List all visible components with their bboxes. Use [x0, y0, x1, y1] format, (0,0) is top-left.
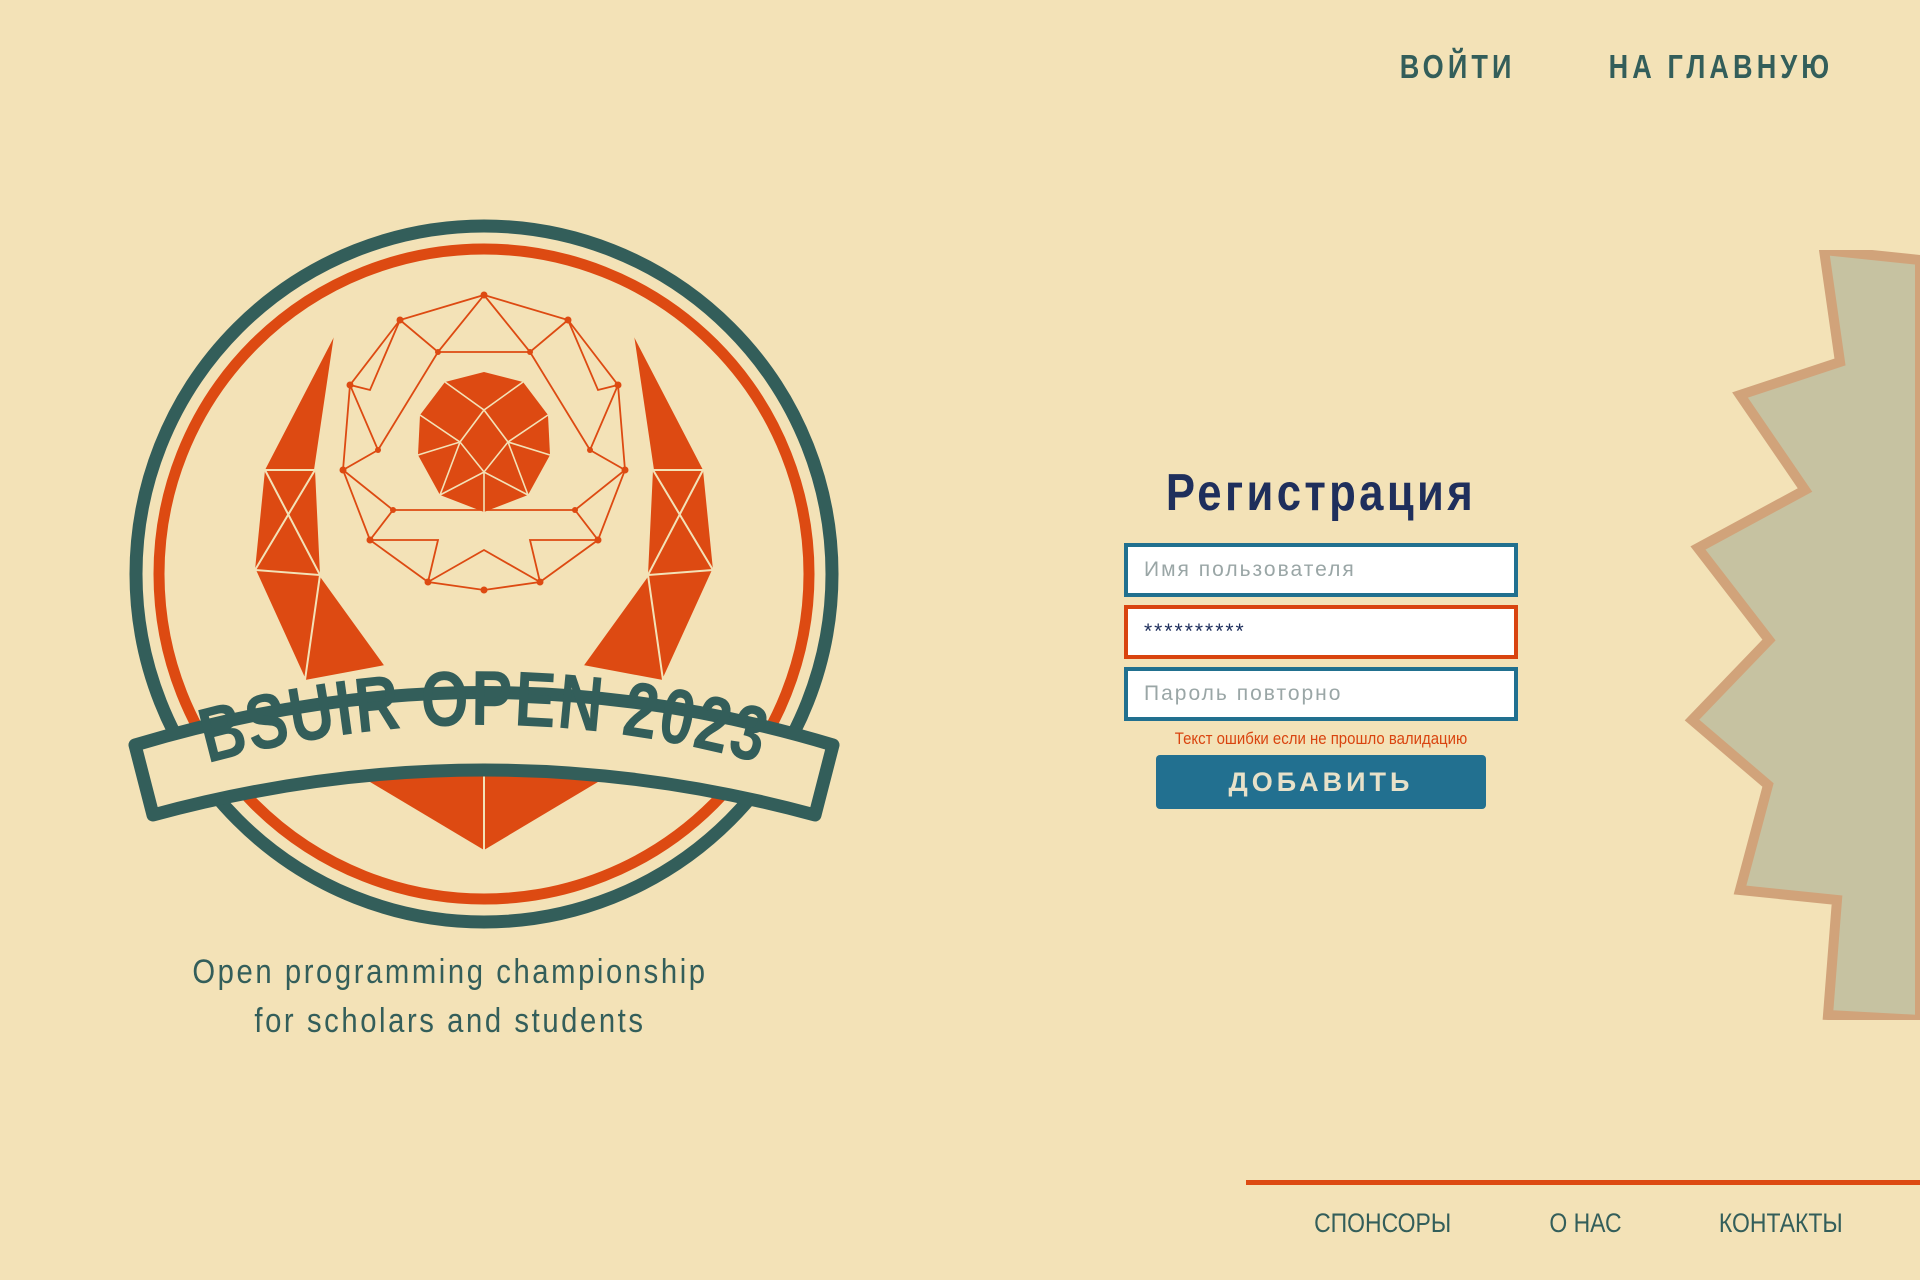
footer-link-contacts[interactable]: КОНТАКТЫ: [1719, 1208, 1843, 1239]
password-input[interactable]: [1124, 605, 1518, 659]
tagline: Open programming championship for schola…: [100, 948, 800, 1046]
username-input[interactable]: [1124, 543, 1518, 597]
password-repeat-input[interactable]: [1124, 667, 1518, 721]
add-button[interactable]: ДОБАВИТЬ: [1156, 755, 1486, 809]
tagline-line-2: for scholars and students: [254, 1002, 646, 1040]
footer-nav: СПОНСОРЫ О НАС КОНТАКТЫ: [1302, 1208, 1854, 1239]
form-title: Регистрация: [1165, 464, 1477, 522]
starburst-decoration: [1684, 250, 1920, 1020]
validation-error-text: Текст ошибки если не прошло валидацию: [1174, 729, 1468, 748]
footer-link-about[interactable]: О НАС: [1550, 1208, 1622, 1239]
top-nav: ВОЙТИ НА ГЛАВНУЮ: [1387, 48, 1858, 86]
home-link[interactable]: НА ГЛАВНУЮ: [1609, 48, 1834, 86]
footer-divider: [1246, 1180, 1920, 1185]
login-link[interactable]: ВОЙТИ: [1399, 48, 1515, 86]
tagline-line-1: Open programming championship: [192, 953, 708, 991]
bsuir-open-logo: BSUIR OPEN 2023: [128, 219, 840, 929]
registration-form: Регистрация Текст ошибки если не прошло …: [1124, 463, 1518, 809]
footer-link-sponsors[interactable]: СПОНСОРЫ: [1314, 1208, 1451, 1239]
